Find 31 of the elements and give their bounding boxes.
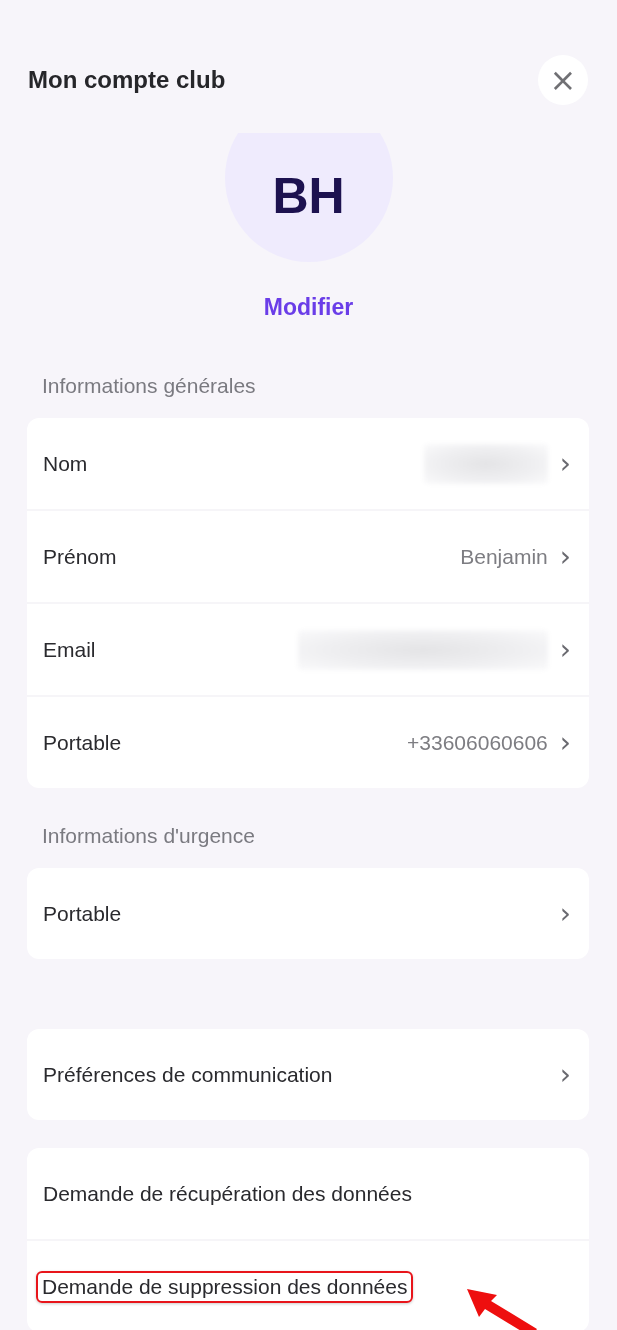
highlighted-label: Demande de suppression des données [36, 1270, 414, 1303]
section-heading: Informations générales [42, 373, 257, 399]
row-label: Portable [43, 901, 123, 926]
settings-row[interactable]: Portable › [27, 868, 589, 959]
chevron-icon: › [559, 899, 571, 928]
chevron-icon: › [559, 635, 571, 664]
page-title: Mon compte club [28, 66, 226, 94]
settings-row[interactable]: Email › [27, 602, 589, 695]
row-label: Demande de récupération des données [43, 1181, 413, 1206]
chevron-icon: › [559, 1060, 571, 1089]
annotation-arrow [467, 1289, 537, 1330]
row-label: Nom [43, 451, 89, 476]
row-label: Email [43, 637, 97, 662]
avatar: BH [224, 133, 393, 262]
settings-row[interactable]: Portable +33606060606 › [27, 695, 589, 788]
row-label: Portable [43, 730, 123, 755]
close-button[interactable]: × [538, 55, 588, 105]
settings-row[interactable]: Demande de récupération des données [27, 1148, 589, 1239]
section-heading: Informations d'urgence [42, 823, 256, 849]
edit-link[interactable]: Modifier [263, 292, 354, 322]
row-label: Préférences de communication [43, 1062, 334, 1087]
settings-row[interactable]: Demande de suppression des données [27, 1239, 589, 1330]
row-value: +33606060606 [407, 730, 548, 755]
settings-row[interactable]: Préférences de communication › [27, 1029, 589, 1120]
chevron-icon: › [559, 449, 571, 478]
row-value: Benjamin [460, 544, 548, 569]
chevron-icon: › [559, 728, 571, 757]
settings-row[interactable]: Prénom Benjamin › [27, 509, 589, 602]
settings-row[interactable]: Nom › [27, 418, 589, 509]
chevron-icon: › [559, 542, 571, 571]
row-label: Prénom [43, 544, 118, 569]
